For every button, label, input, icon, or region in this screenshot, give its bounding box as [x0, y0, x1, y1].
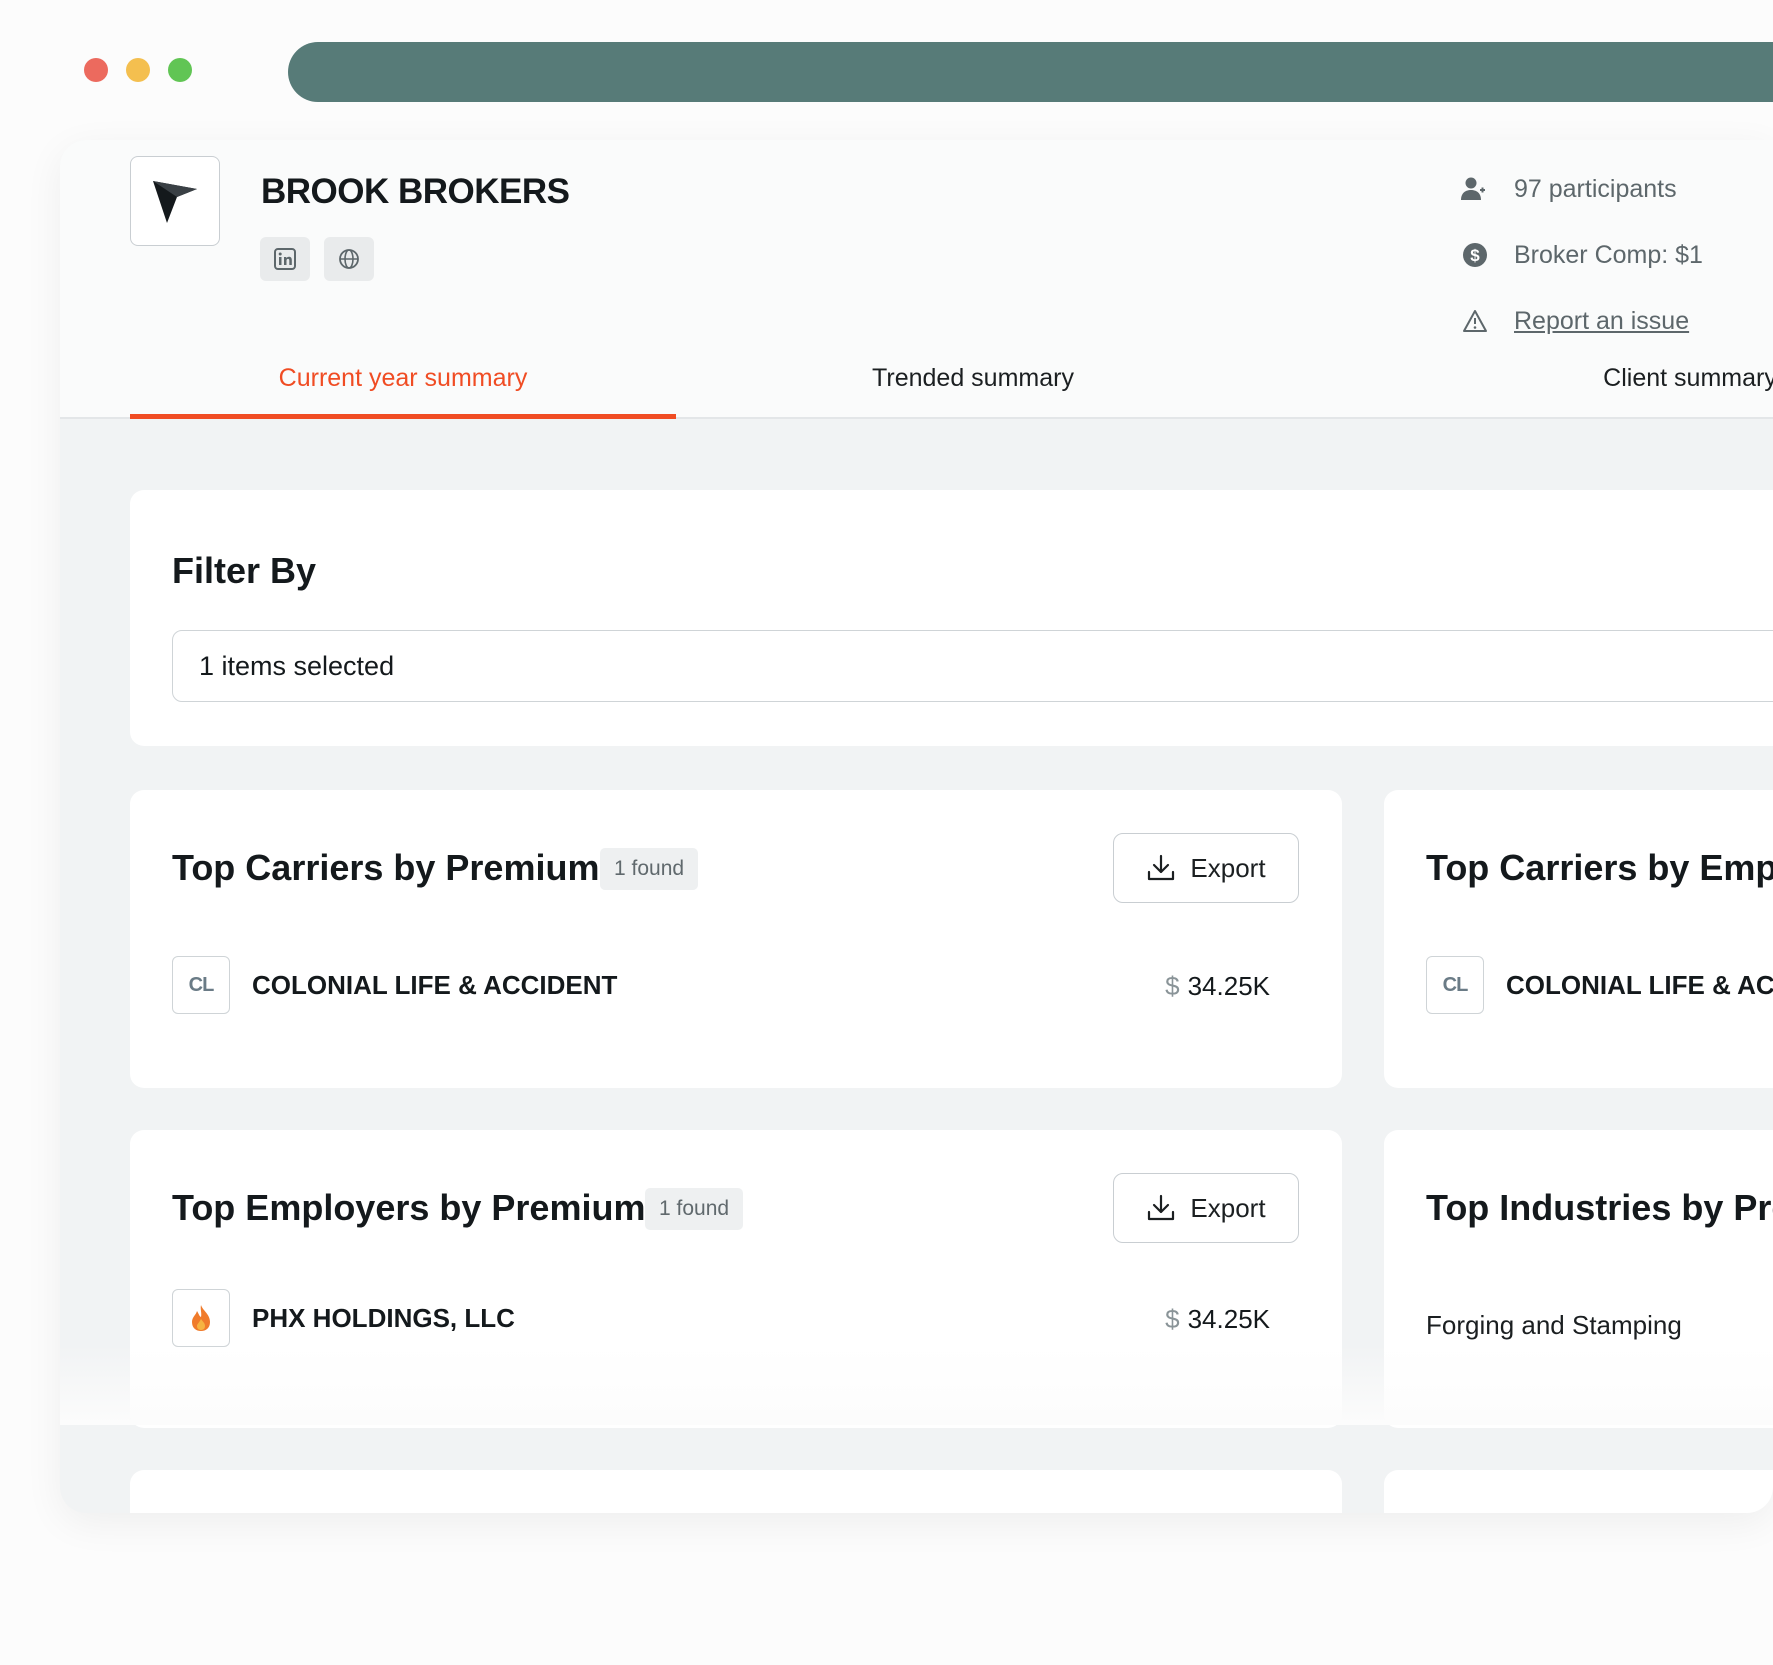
filter-card: Filter By 1 items selected [130, 490, 1773, 746]
arrow-logo-icon [153, 181, 197, 223]
carrier-amount: $34.25K [1165, 971, 1270, 1002]
top-carriers-premium-card: Top Carriers by Premium 1 found Export C… [130, 790, 1342, 1088]
industry-name: Forging and Stamping [1426, 1310, 1682, 1340]
carrier-logo: CL [172, 956, 230, 1014]
close-window-button[interactable] [84, 58, 108, 82]
card-title: Top Carriers by Premium [172, 847, 600, 888]
broker-comp: Broker Comp: $1 [1514, 240, 1703, 269]
warning-icon [1460, 306, 1490, 336]
linkedin-button[interactable] [260, 237, 310, 281]
minimize-window-button[interactable] [126, 58, 150, 82]
participants-count: 97 participants [1514, 174, 1677, 203]
employer-amount: $34.25K [1165, 1304, 1270, 1335]
amount-value: 34.25K [1187, 971, 1270, 1001]
card-title: Top Employers by Premium [172, 1187, 646, 1228]
download-icon [1148, 854, 1175, 881]
dollar-circle-icon: $ [1460, 240, 1490, 270]
svg-text:$: $ [1470, 246, 1480, 265]
currency-symbol: $ [1165, 971, 1180, 1001]
report-issue-link[interactable]: Report an issue [1514, 307, 1689, 336]
found-badge: 1 found [600, 848, 699, 890]
card-title: Top Carriers by Emp [1426, 847, 1773, 888]
filter-select[interactable]: 1 items selected [172, 630, 1773, 702]
flame-icon [192, 1305, 210, 1331]
address-bar[interactable] [288, 42, 1773, 102]
company-header: BROOK BROKERS 97 participants $ Broker C… [60, 140, 1773, 419]
export-button[interactable]: Export [1113, 833, 1299, 903]
company-name: BROOK BROKERS [261, 172, 570, 211]
social-links [260, 237, 374, 281]
maximize-window-button[interactable] [168, 58, 192, 82]
carrier-name: COLONIAL LIFE & ACC [1506, 970, 1773, 1000]
carrier-name: COLONIAL LIFE & ACCIDENT [252, 970, 618, 1000]
globe-icon [339, 249, 359, 269]
download-icon [1148, 1194, 1175, 1221]
tab-current-year-summary[interactable]: Current year summary [130, 350, 676, 419]
export-label: Export [1190, 1192, 1266, 1223]
amount-value: 34.25K [1187, 1304, 1270, 1334]
next-card-right [1384, 1470, 1773, 1513]
carrier-logo-text: CL [188, 973, 215, 996]
tab-trended-summary[interactable]: Trended summary [700, 350, 1246, 419]
window-controls [84, 58, 192, 82]
linkedin-icon [274, 248, 296, 270]
export-button[interactable]: Export [1113, 1173, 1299, 1243]
filter-title: Filter By [172, 550, 317, 591]
company-logo [130, 156, 220, 246]
export-label: Export [1190, 852, 1266, 883]
company-meta: 97 participants $ Broker Comp: $1 Report… [1460, 156, 1703, 354]
next-card-left [130, 1470, 1342, 1513]
carrier-logo-text: CL [1442, 973, 1469, 996]
summary-tabs: Current year summary Trended summary Cli… [130, 350, 1773, 419]
employer-name: PHX HOLDINGS, LLC [252, 1303, 515, 1333]
found-badge: 1 found [645, 1188, 744, 1230]
currency-symbol: $ [1165, 1304, 1180, 1334]
bottom-fade [60, 1345, 1773, 1425]
participants-row: 97 participants [1460, 156, 1703, 222]
tab-client-summary[interactable]: Client summary [1540, 350, 1773, 419]
report-issue-row: Report an issue [1460, 288, 1703, 354]
app-window: BROOK BROKERS 97 participants $ Broker C… [60, 140, 1773, 1513]
carrier-logo: CL [1426, 956, 1484, 1014]
website-button[interactable] [324, 237, 374, 281]
broker-comp-row: $ Broker Comp: $1 [1460, 222, 1703, 288]
users-icon [1460, 174, 1490, 204]
employer-logo [172, 1289, 230, 1347]
top-carriers-employees-card: Top Carriers by Emp CL COLONIAL LIFE & A… [1384, 790, 1773, 1088]
card-title: Top Industries by Pre [1426, 1187, 1773, 1228]
